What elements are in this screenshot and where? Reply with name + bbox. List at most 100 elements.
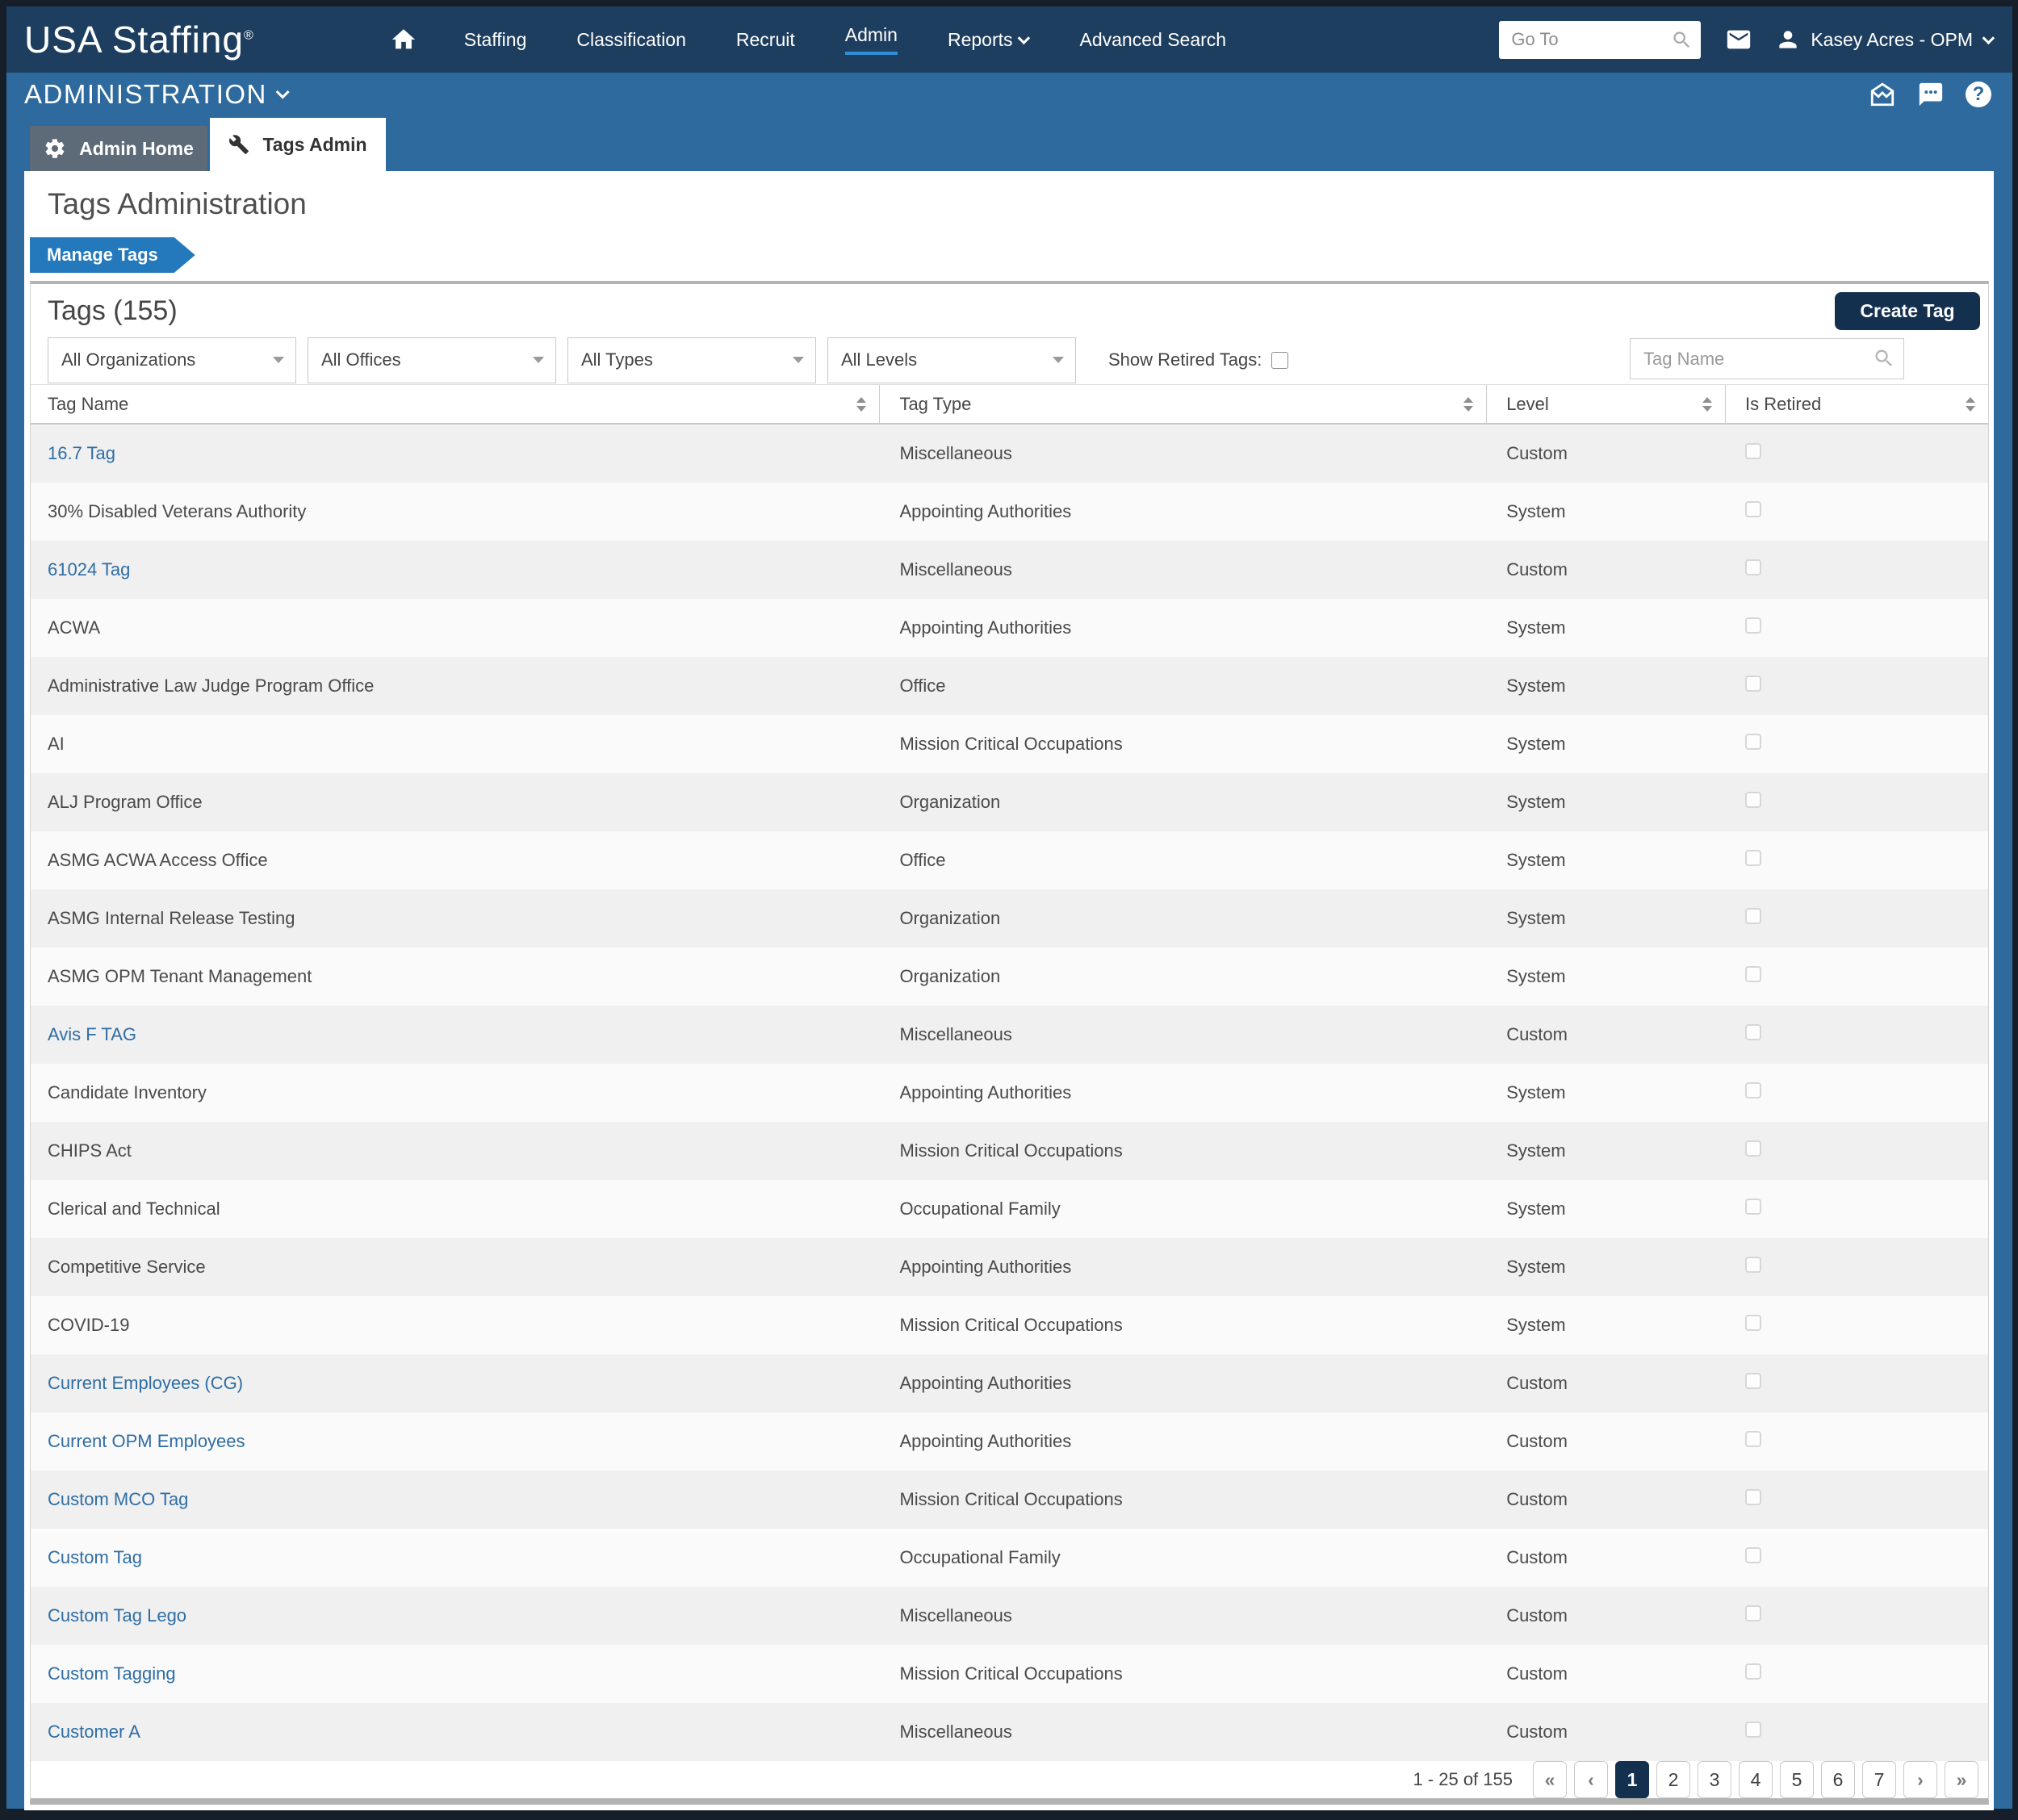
is-retired-checkbox[interactable]: [1745, 792, 1761, 808]
is-retired-checkbox[interactable]: [1745, 734, 1761, 750]
is-retired-checkbox[interactable]: [1745, 966, 1761, 982]
is-retired-checkbox[interactable]: [1745, 1547, 1761, 1563]
nav-item-classification[interactable]: Classification: [576, 29, 686, 51]
level-cell: Custom: [1487, 1431, 1726, 1452]
page-button-3[interactable]: 3: [1698, 1761, 1731, 1798]
is-retired-checkbox[interactable]: [1745, 501, 1761, 517]
tag-name-cell: ASMG Internal Release Testing: [31, 908, 880, 929]
nav-item-label: Admin: [845, 24, 898, 55]
administration-title: ADMINISTRATION: [24, 79, 267, 110]
level-cell: Custom: [1487, 559, 1726, 580]
tag-name-input[interactable]: [1631, 339, 1903, 379]
levels-filter[interactable]: All Levels: [827, 337, 1076, 383]
level-cell: System: [1487, 1140, 1726, 1161]
column-header-is-retired[interactable]: Is Retired: [1726, 385, 1988, 423]
column-header-level[interactable]: Level: [1487, 385, 1726, 423]
tag-name-cell[interactable]: 61024 Tag: [31, 559, 880, 580]
tag-name-cell[interactable]: Customer A: [31, 1722, 880, 1743]
tag-name-cell[interactable]: Custom Tag Lego: [31, 1605, 880, 1626]
chat-icon[interactable]: [1917, 81, 1945, 108]
tab-admin-home[interactable]: Admin Home: [30, 126, 207, 171]
user-menu[interactable]: Kasey Acres - OPM: [1775, 27, 1995, 52]
is-retired-checkbox[interactable]: [1745, 1373, 1761, 1389]
is-retired-checkbox[interactable]: [1745, 443, 1761, 459]
is-retired-checkbox[interactable]: [1745, 1140, 1761, 1157]
tag-type-cell: Appointing Authorities: [880, 1257, 1487, 1278]
tag-name-cell: ALJ Program Office: [31, 792, 880, 813]
show-retired-checkbox[interactable]: [1271, 352, 1288, 369]
first-page-button[interactable]: «: [1533, 1761, 1567, 1798]
level-cell: Custom: [1487, 1547, 1726, 1568]
level-cell: System: [1487, 617, 1726, 638]
is-retired-cell: [1726, 792, 1988, 813]
is-retired-checkbox[interactable]: [1745, 1257, 1761, 1273]
previous-page-button[interactable]: ‹: [1574, 1761, 1608, 1798]
nav-item-admin[interactable]: Admin: [845, 24, 898, 55]
is-retired-checkbox[interactable]: [1745, 1489, 1761, 1505]
tag-name-cell: Competitive Service: [31, 1257, 880, 1278]
tag-name-cell: COVID-19: [31, 1315, 880, 1336]
tag-name-cell[interactable]: Custom MCO Tag: [31, 1489, 880, 1510]
is-retired-checkbox[interactable]: [1745, 559, 1761, 575]
search-icon[interactable]: [1873, 347, 1895, 370]
tag-name-cell[interactable]: Custom Tag: [31, 1547, 880, 1568]
tag-name-cell[interactable]: Current Employees (CG): [31, 1373, 880, 1394]
nav-item-recruit[interactable]: Recruit: [736, 29, 795, 51]
tag-name-cell[interactable]: Custom Tagging: [31, 1663, 880, 1684]
search-icon[interactable]: [1671, 29, 1693, 51]
envelope-open-icon[interactable]: [1869, 81, 1896, 108]
create-tag-button[interactable]: Create Tag: [1835, 292, 1980, 330]
tag-type-cell: Occupational Family: [880, 1547, 1487, 1568]
page-button-4[interactable]: 4: [1739, 1761, 1773, 1798]
organizations-filter[interactable]: All Organizations: [48, 337, 296, 383]
mail-icon[interactable]: [1725, 26, 1752, 53]
page-button-6[interactable]: 6: [1821, 1761, 1855, 1798]
is-retired-checkbox[interactable]: [1745, 1199, 1761, 1215]
page-button-5[interactable]: 5: [1780, 1761, 1814, 1798]
nav-item-reports[interactable]: Reports: [948, 29, 1030, 51]
is-retired-checkbox[interactable]: [1745, 676, 1761, 692]
administration-menu[interactable]: ADMINISTRATION: [24, 79, 290, 110]
tag-name-cell[interactable]: Current OPM Employees: [31, 1431, 880, 1452]
offices-filter[interactable]: All Offices: [308, 337, 556, 383]
is-retired-cell: [1726, 1722, 1988, 1743]
chevron-down-icon: [1017, 31, 1030, 44]
help-icon[interactable]: ?: [1966, 82, 1991, 107]
level-cell: Custom: [1487, 1663, 1726, 1684]
is-retired-checkbox[interactable]: [1745, 1431, 1761, 1447]
page-button-2[interactable]: 2: [1656, 1761, 1690, 1798]
is-retired-cell: [1726, 1315, 1988, 1336]
is-retired-checkbox[interactable]: [1745, 1315, 1761, 1331]
tag-type-cell: Occupational Family: [880, 1199, 1487, 1220]
page-button-7[interactable]: 7: [1862, 1761, 1896, 1798]
nav-item-staffing[interactable]: Staffing: [464, 29, 527, 51]
registered-mark: ®: [244, 29, 254, 43]
is-retired-checkbox[interactable]: [1745, 1605, 1761, 1621]
manage-tags-breadcrumb[interactable]: Manage Tags: [30, 237, 195, 273]
column-header-tag-name[interactable]: Tag Name: [31, 385, 880, 423]
tag-name-cell: 30% Disabled Veterans Authority: [31, 501, 880, 522]
home-icon[interactable]: [390, 26, 417, 53]
tab-tags-admin[interactable]: Tags Admin: [210, 118, 386, 171]
is-retired-checkbox[interactable]: [1745, 617, 1761, 634]
is-retired-checkbox[interactable]: [1745, 1082, 1761, 1098]
nav-item-advanced-search[interactable]: Advanced Search: [1080, 29, 1227, 51]
is-retired-checkbox[interactable]: [1745, 1024, 1761, 1040]
tag-name-cell[interactable]: 16.7 Tag: [31, 443, 880, 464]
dropdown-arrow-icon: [533, 357, 544, 363]
next-page-button[interactable]: ›: [1903, 1761, 1937, 1798]
page-button-1[interactable]: 1: [1615, 1761, 1649, 1798]
types-filter[interactable]: All Types: [567, 337, 816, 383]
tags-count-heading: Tags (155): [48, 295, 178, 327]
table-row: ASMG ACWA Access OfficeOfficeSystem: [31, 831, 1988, 889]
tag-name-cell[interactable]: Avis F TAG: [31, 1024, 880, 1045]
is-retired-checkbox[interactable]: [1745, 1663, 1761, 1680]
is-retired-cell: [1726, 443, 1988, 464]
is-retired-checkbox[interactable]: [1745, 908, 1761, 924]
is-retired-checkbox[interactable]: [1745, 850, 1761, 866]
user-icon: [1775, 27, 1801, 52]
last-page-button[interactable]: »: [1945, 1761, 1978, 1798]
is-retired-checkbox[interactable]: [1745, 1722, 1761, 1738]
nav-item-label: Reports: [948, 29, 1013, 51]
column-header-tag-type[interactable]: Tag Type: [880, 385, 1487, 423]
